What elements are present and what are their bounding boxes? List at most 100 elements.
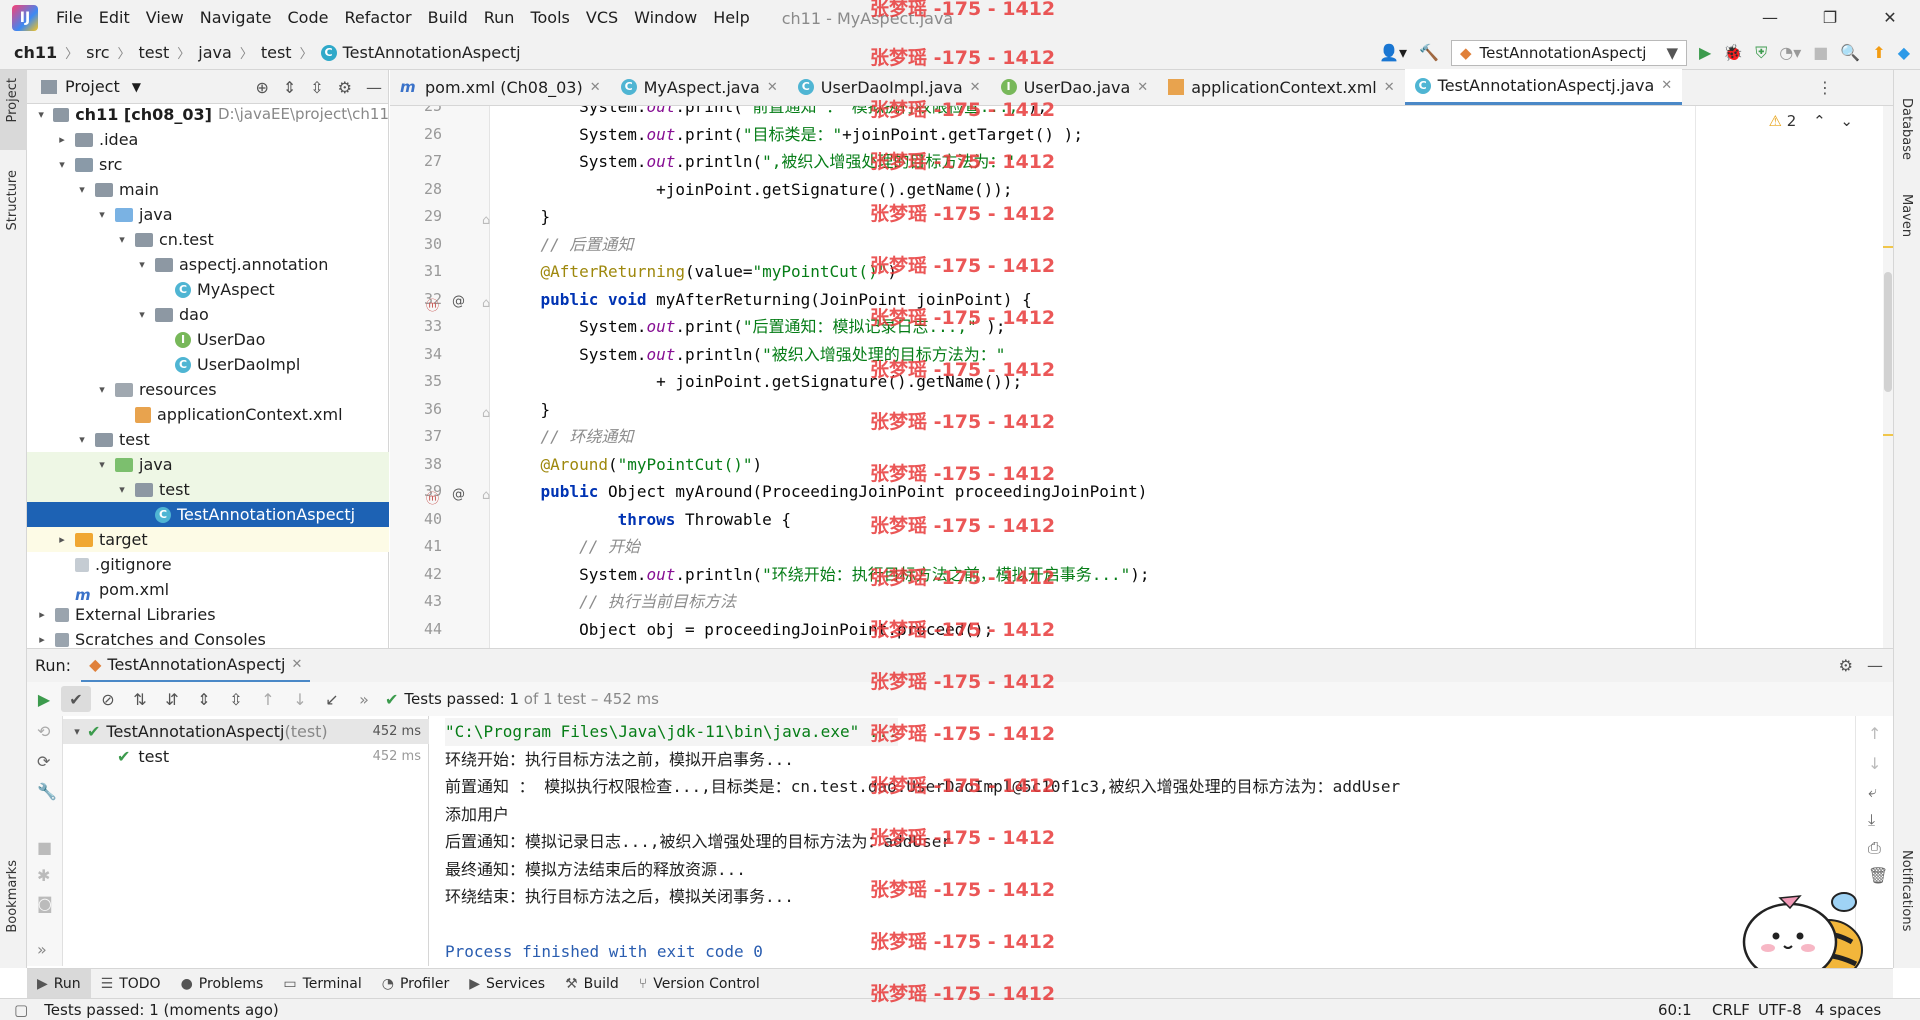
rerun-failed-icon[interactable]: ⟲	[37, 722, 50, 741]
menu-help[interactable]: Help	[705, 0, 757, 36]
structure-tool-button[interactable]: Structure	[5, 170, 20, 230]
bookmarks-tool-button[interactable]: Bookmarks	[5, 860, 20, 933]
tool-tab-services[interactable]: ▶ Services	[459, 969, 555, 999]
menu-build[interactable]: Build	[420, 0, 476, 36]
profile-icon[interactable]: ◔▾	[1779, 43, 1801, 63]
menu-refactor[interactable]: Refactor	[336, 0, 419, 36]
scroll-to-end-icon[interactable]: ⤓	[1868, 810, 1875, 830]
more-tabs-icon[interactable]: ⋮	[1817, 78, 1833, 97]
tab-applicationcontext[interactable]: applicationContext.xml ✕	[1158, 69, 1404, 105]
breadcrumb-src[interactable]: src	[86, 43, 109, 62]
rerun-icon[interactable]: ▶	[29, 686, 59, 712]
trash-icon[interactable]: 🗑	[1868, 866, 1888, 885]
tree-node-aspectj-annotation[interactable]: ▾ aspectj.annotation	[27, 252, 389, 277]
tree-node-testannotationaspectj[interactable]: C TestAnnotationAspectj	[27, 502, 389, 527]
notifications-tool-button[interactable]: Notifications	[1899, 850, 1914, 931]
chevron-down-icon[interactable]: ▼	[132, 80, 141, 94]
tree-node-main[interactable]: ▾ main	[27, 177, 389, 202]
method-override-icon[interactable]: ⓜ	[426, 488, 439, 507]
maven-tool-button[interactable]: Maven	[1899, 194, 1914, 237]
breadcrumb-project[interactable]: ch11	[14, 43, 57, 62]
tool-tab-terminal[interactable]: ▭ Terminal	[273, 969, 371, 999]
tool-tab-build[interactable]: ⚒ Build	[555, 969, 629, 999]
more-icon[interactable]: »	[349, 686, 379, 712]
gear-icon[interactable]: ⚙	[338, 78, 352, 97]
arrow-down-icon[interactable]: ↓	[1868, 754, 1881, 773]
arrow-up-icon[interactable]: ↑	[1868, 724, 1881, 743]
close-icon[interactable]: ✕	[767, 80, 778, 95]
collapse-all-icon[interactable]: ⇳	[221, 686, 251, 712]
panel-toggle-icon[interactable]: ▢	[14, 1001, 28, 1019]
annotation-icon[interactable]: @	[452, 294, 465, 309]
run-configuration-select[interactable]: ◆ TestAnnotationAspectj ▼	[1450, 40, 1687, 66]
fold-icon[interactable]: ⌂	[482, 406, 490, 421]
locate-icon[interactable]: ⊕	[255, 78, 268, 97]
status-message[interactable]: Tests passed: 1 (moments ago)	[44, 1001, 279, 1019]
sort-duration-icon[interactable]: ⇵	[157, 686, 187, 712]
show-ignored-icon[interactable]: ⊘	[93, 686, 123, 712]
tree-node-resources[interactable]: ▾ resources	[27, 377, 389, 402]
import-tests-icon[interactable]: ↙	[317, 686, 347, 712]
line-separator[interactable]: CRLF	[1712, 1001, 1750, 1019]
menu-window[interactable]: Window	[626, 0, 705, 36]
fold-icon[interactable]: ⌂	[482, 296, 490, 311]
menu-code[interactable]: Code	[280, 0, 337, 36]
run-icon[interactable]: ▶	[1699, 43, 1711, 63]
close-icon[interactable]: ✕	[1137, 80, 1148, 95]
run-tab[interactable]: ◆ TestAnnotationAspectj ✕	[81, 649, 311, 683]
tree-node-external-libraries[interactable]: ▸ External Libraries	[27, 602, 389, 627]
stop-icon[interactable]: ■	[37, 838, 52, 857]
tool-tab-version-control[interactable]: ⑂ Version Control	[629, 969, 770, 999]
close-icon[interactable]: ✕	[1661, 78, 1672, 93]
tab-userdao[interactable]: I UserDao.java ✕	[991, 69, 1159, 105]
tab-pom[interactable]: m pom.xml (Ch08_03) ✕	[390, 69, 611, 105]
menu-file[interactable]: File	[48, 0, 91, 36]
project-panel-title[interactable]: Project	[65, 77, 120, 96]
tree-node-src[interactable]: ▾ src	[27, 152, 389, 177]
hide-icon[interactable]: —	[366, 78, 382, 97]
hide-icon[interactable]: —	[1867, 656, 1883, 675]
annotation-icon[interactable]: @	[452, 487, 465, 502]
camera-icon[interactable]: ◙	[37, 894, 53, 913]
coverage-icon[interactable]: ⛨	[1755, 43, 1767, 63]
test-suite-row[interactable]: ▾ ✔ TestAnnotationAspectj (test) 452 ms	[63, 719, 429, 744]
sort-alpha-icon[interactable]: ⇅	[125, 686, 155, 712]
menu-tools[interactable]: Tools	[522, 0, 577, 36]
tool-tab-problems[interactable]: ● Problems	[171, 969, 274, 999]
fold-icon[interactable]: ⌂	[482, 488, 490, 503]
build-hammer-icon[interactable]: 🔨	[1419, 43, 1439, 63]
tool-tab-profiler[interactable]: ◔ Profiler	[372, 969, 460, 999]
fold-icon[interactable]: ⌂	[482, 213, 490, 228]
exit-icon[interactable]: ✱	[37, 866, 50, 885]
collapse-all-icon[interactable]: ⇳	[310, 78, 323, 97]
menu-view[interactable]: View	[138, 0, 192, 36]
tab-userdaoimpl[interactable]: C UserDaoImpl.java ✕	[788, 69, 991, 105]
menu-navigate[interactable]: Navigate	[192, 0, 280, 36]
tree-node-cn-test[interactable]: ▾ cn.test	[27, 227, 389, 252]
toggle-auto-test-icon[interactable]: ⟳	[37, 752, 50, 771]
soft-wrap-icon[interactable]: ⤶	[1868, 782, 1877, 802]
menu-run[interactable]: Run	[476, 0, 523, 36]
file-encoding[interactable]: UTF-8	[1758, 1001, 1802, 1019]
close-icon[interactable]: ✕	[970, 80, 981, 95]
tree-node-test[interactable]: ▾ test	[27, 427, 389, 452]
close-icon[interactable]: ✕	[590, 80, 601, 95]
tree-node-dao[interactable]: ▾ dao	[27, 302, 389, 327]
expand-all-icon[interactable]: ⇕	[189, 686, 219, 712]
method-override-icon[interactable]: ⓜ	[426, 295, 439, 314]
code-editor[interactable]: ⚠ 2 ⌃ ⌄ 25 26 27 28 29 30 31 32 33 34 35…	[390, 106, 1893, 648]
tree-node-gitignore[interactable]: .gitignore	[27, 552, 389, 577]
tree-node-ch11[interactable]: ▾ ch11 [ch08_03] D:\javaEE\project\ch11	[27, 102, 389, 127]
user-icon[interactable]: 👤▾	[1379, 43, 1407, 63]
stop-icon[interactable]: ■	[1813, 43, 1828, 63]
tree-node-userdao[interactable]: I UserDao	[27, 327, 389, 352]
breadcrumb-java[interactable]: java	[198, 43, 232, 62]
search-icon[interactable]: 🔍	[1840, 43, 1860, 63]
cursor-position[interactable]: 60:1	[1658, 1001, 1692, 1019]
close-icon[interactable]: ✕	[291, 657, 302, 672]
arrow-down-icon[interactable]: ↓	[285, 686, 315, 712]
menu-vcs[interactable]: VCS	[578, 0, 626, 36]
tree-node-pom[interactable]: m pom.xml	[27, 577, 389, 604]
tool-tab-todo[interactable]: ☰ TODO	[91, 969, 171, 999]
minimize-icon[interactable]: —	[1740, 0, 1800, 36]
